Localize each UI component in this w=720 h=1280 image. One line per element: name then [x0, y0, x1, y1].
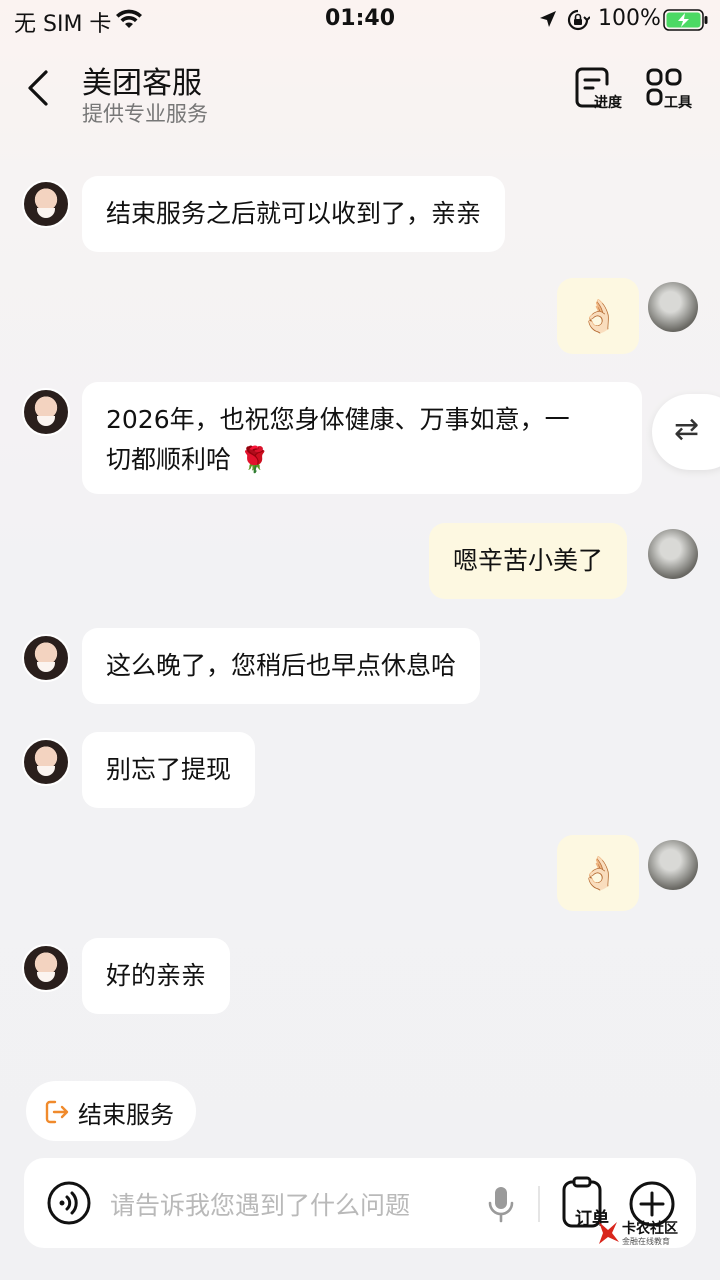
user-avatar[interactable]: [648, 282, 698, 332]
battery-percent: 100%: [598, 6, 661, 31]
agent-avatar[interactable]: [22, 944, 70, 992]
battery-icon: [663, 9, 708, 31]
end-service-button[interactable]: 结束服务: [26, 1081, 196, 1141]
user-avatar[interactable]: [648, 840, 698, 890]
ok-hand-emoji: 👌🏻: [579, 297, 619, 335]
watermark-subtitle: 金融在线教育: [622, 1237, 670, 1246]
status-bar: 无 SIM 卡 01:40 100%: [0, 0, 720, 40]
agent-avatar[interactable]: [22, 634, 70, 682]
tools-label: 工具: [664, 95, 692, 111]
user-message[interactable]: 👌🏻: [557, 278, 639, 354]
message-line: 切都顺利哈 🌹: [106, 445, 271, 474]
back-icon[interactable]: [24, 68, 54, 108]
exit-icon: [45, 1100, 69, 1124]
message-input[interactable]: 请告诉我您遇到了什么问题: [110, 1186, 470, 1222]
user-avatar[interactable]: [648, 529, 698, 579]
chat-subtitle: 提供专业服务: [82, 102, 208, 126]
swap-toggle-button[interactable]: ⇄: [652, 394, 720, 470]
mic-icon[interactable]: [486, 1184, 516, 1224]
watermark-logo-icon: [599, 1222, 619, 1244]
agent-avatar[interactable]: [22, 738, 70, 786]
agent-message[interactable]: 结束服务之后就可以收到了，亲亲: [82, 176, 506, 252]
progress-button[interactable]: 进度: [574, 66, 634, 114]
progress-label: 进度: [594, 95, 622, 111]
tools-button[interactable]: 工具: [644, 66, 704, 114]
agent-message[interactable]: 2026年，也祝您身体健康、万事如意，一 切都顺利哈 🌹: [82, 382, 642, 494]
chat-title: 美团客服: [82, 66, 202, 101]
location-icon: [540, 11, 556, 27]
end-service-label: 结束服务: [78, 1101, 174, 1129]
watermark-title: 卡农社区: [622, 1221, 678, 1237]
divider: [538, 1186, 540, 1222]
chat-header: 美团客服 提供专业服务 进度 工具: [0, 50, 720, 140]
voice-icon[interactable]: [46, 1180, 92, 1226]
watermark: 卡农社区 金融在线教育: [596, 1218, 696, 1250]
swap-icon: ⇄: [674, 412, 700, 447]
user-message[interactable]: 👌🏻: [557, 835, 639, 911]
user-message[interactable]: 嗯辛苦小美了: [429, 523, 628, 599]
agent-avatar[interactable]: [22, 180, 70, 228]
agent-message[interactable]: 这么晚了，您稍后也早点休息哈: [82, 628, 481, 704]
lock-icon: [567, 9, 590, 31]
agent-avatar[interactable]: [22, 388, 70, 436]
agent-message[interactable]: 好的亲亲: [82, 938, 231, 1014]
ok-hand-emoji: 👌🏻: [579, 854, 619, 892]
agent-message[interactable]: 别忘了提现: [82, 732, 256, 808]
message-line: 2026年，也祝您身体健康、万事如意，一: [106, 405, 570, 434]
